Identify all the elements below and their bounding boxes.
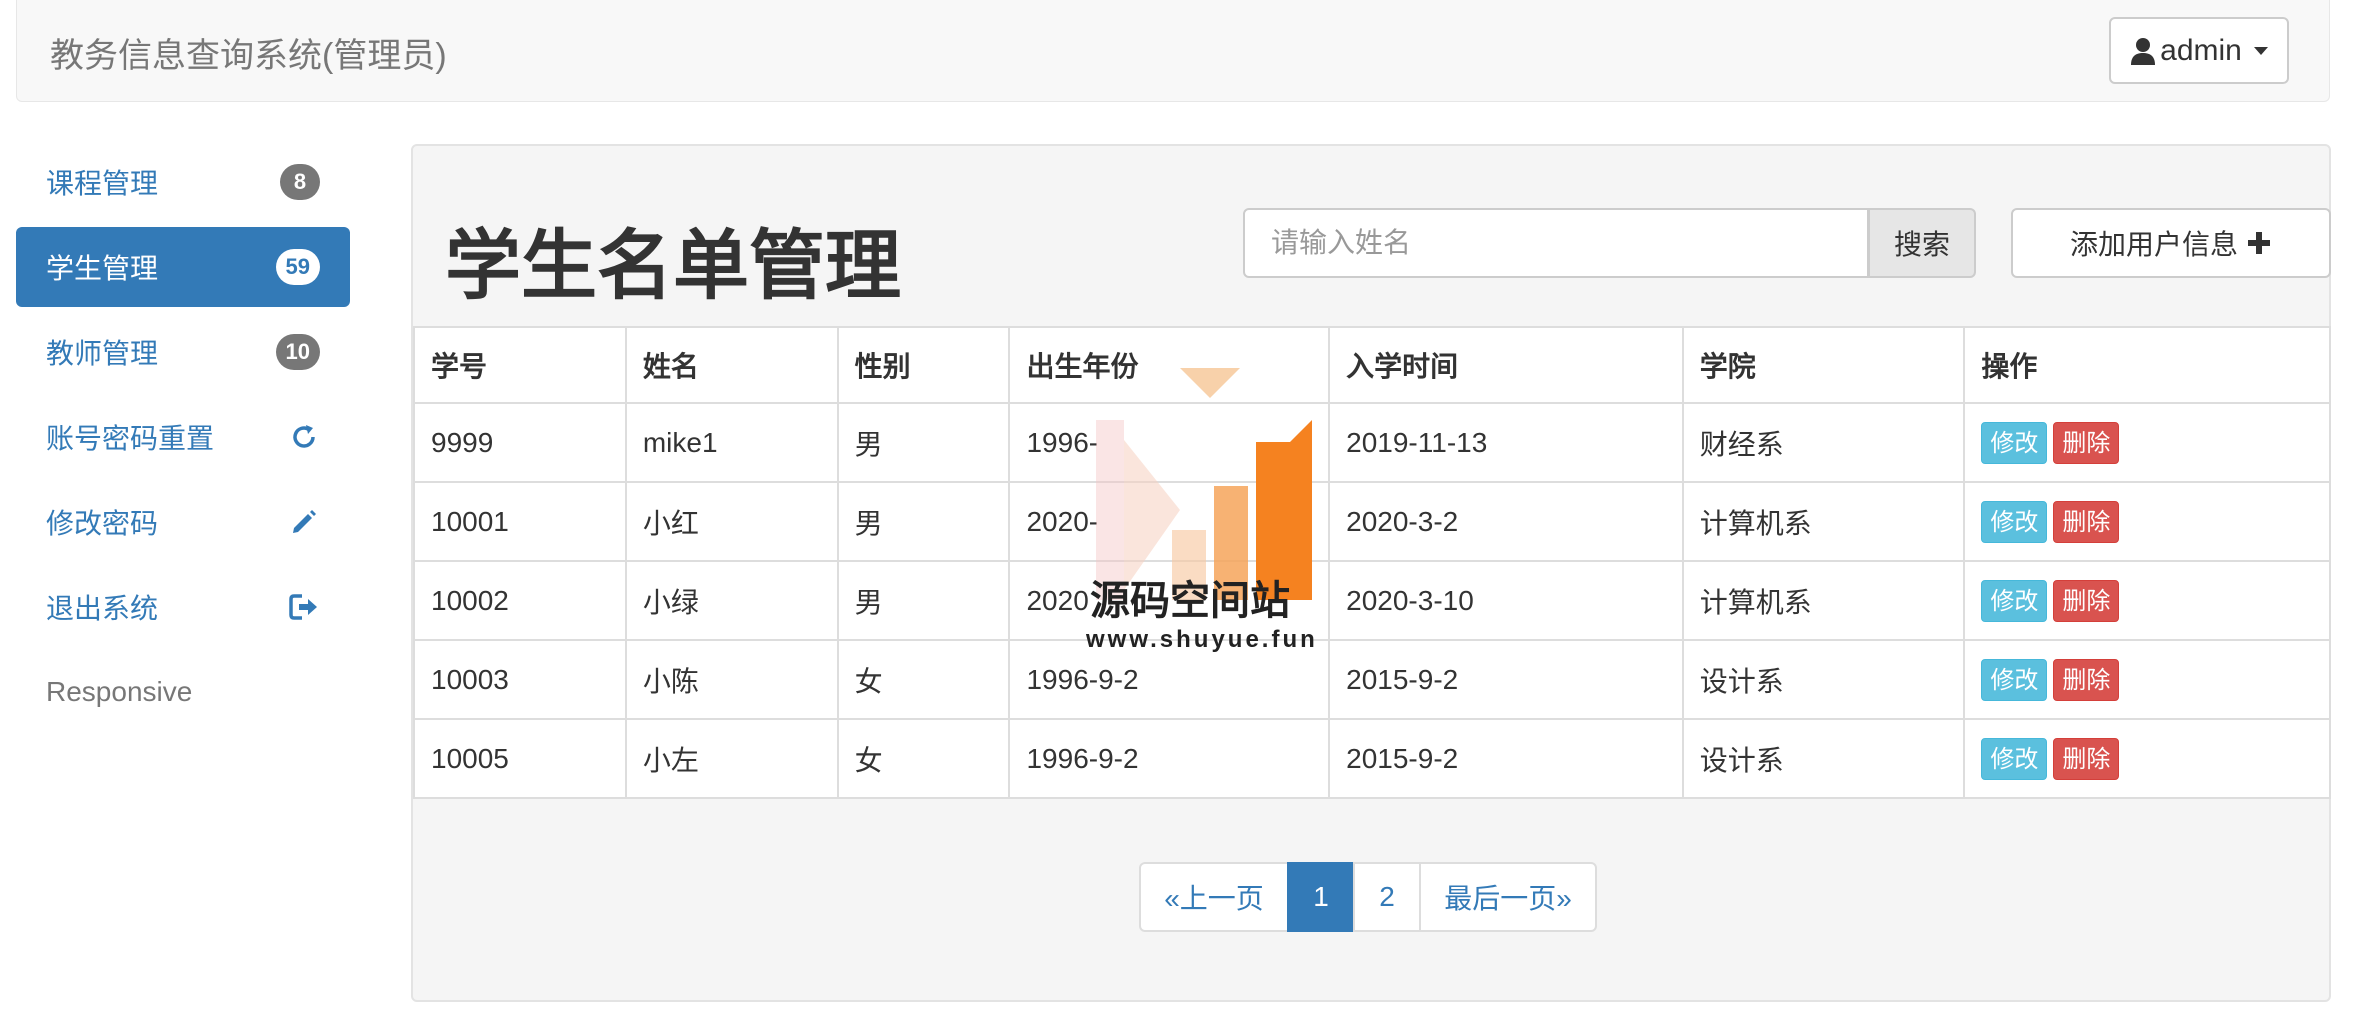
- cell-college: 设计系: [1681, 718, 1966, 799]
- cell-enroll: 2020-3-2: [1328, 481, 1684, 562]
- edit-button[interactable]: 修改: [1981, 579, 2048, 622]
- table-row: 10002 小绿 男 2020 2020-3-10 计算机系 修改 删除: [413, 560, 2331, 641]
- cell-college: 计算机系: [1681, 560, 1966, 641]
- cell-enroll: 2015-9-2: [1328, 639, 1684, 720]
- cell-name: 小左: [624, 718, 839, 799]
- cell-college: 财经系: [1681, 402, 1966, 483]
- cell-gender: 女: [836, 639, 1011, 720]
- main-panel: 学生名单管理 搜索 添加用户信息 学号 姓名 性别 出生年份 入学时间 学院 操…: [411, 144, 2331, 1002]
- add-user-button[interactable]: 添加用户信息: [2011, 208, 2331, 278]
- page-title: 学生名单管理: [445, 224, 901, 309]
- cell-actions: 修改 删除: [1963, 560, 2331, 641]
- delete-button[interactable]: 删除: [2053, 421, 2120, 464]
- watermark-url: www.shuyue.fun: [1086, 626, 1318, 653]
- cell-birth: 2020-: [1008, 481, 1331, 562]
- last-page-link[interactable]: 最后一页»: [1419, 862, 1597, 932]
- column-header-gender[interactable]: 性别: [836, 326, 1011, 404]
- cell-id: 9999: [413, 402, 627, 483]
- edit-button[interactable]: 修改: [1981, 421, 2048, 464]
- table-row: 9999 mike1 男 1996- 2019-11-13 财经系 修改 删除: [413, 402, 2331, 483]
- sidebar-item-reset-password[interactable]: 账号密码重置: [16, 397, 350, 477]
- sidebar-item-teachers[interactable]: 教师管理 10: [16, 312, 350, 392]
- cell-gender: 男: [836, 481, 1011, 562]
- pencil-icon: [288, 506, 320, 538]
- sidebar-item-courses[interactable]: 课程管理 8: [16, 142, 350, 222]
- sidebar-item-label: 退出系统: [46, 593, 159, 624]
- sidebar-item-students[interactable]: 学生管理 59: [16, 227, 350, 307]
- edit-button[interactable]: 修改: [1981, 737, 2048, 780]
- sidebar-item-label: 学生管理: [46, 253, 159, 284]
- column-header-name[interactable]: 姓名: [624, 326, 839, 404]
- cell-name: mike1: [624, 402, 839, 483]
- student-table: 学号 姓名 性别 出生年份 入学时间 学院 操作 9999 mike1 男 19…: [413, 326, 2331, 799]
- column-header-id[interactable]: 学号: [413, 326, 627, 404]
- table-header-row: 学号 姓名 性别 出生年份 入学时间 学院 操作: [413, 326, 2331, 404]
- edit-button[interactable]: 修改: [1981, 500, 2048, 543]
- plus-icon: [2248, 232, 2270, 254]
- delete-button[interactable]: 删除: [2053, 737, 2120, 780]
- table-row: 10005 小左 女 1996-9-2 2015-9-2 设计系 修改 删除: [413, 718, 2331, 799]
- count-badge: 10: [275, 334, 320, 370]
- cell-id: 10005: [413, 718, 627, 799]
- cell-name: 小陈: [624, 639, 839, 720]
- sidebar-item-change-password[interactable]: 修改密码: [16, 482, 350, 562]
- cell-enroll: 2015-9-2: [1328, 718, 1684, 799]
- cell-birth: 1996-: [1008, 402, 1331, 483]
- refresh-icon: [288, 421, 320, 453]
- delete-button[interactable]: 删除: [2053, 579, 2120, 622]
- cell-name: 小绿: [624, 560, 839, 641]
- cell-actions: 修改 删除: [1963, 481, 2331, 562]
- sidebar-item-label: 教师管理: [46, 338, 159, 369]
- cell-id: 10003: [413, 639, 627, 720]
- chevron-down-icon: [2253, 46, 2268, 55]
- cell-enroll: 2019-11-13: [1328, 402, 1684, 483]
- search-button[interactable]: 搜索: [1868, 208, 1976, 278]
- user-menu-button[interactable]: admin: [2109, 17, 2289, 84]
- cell-id: 10002: [413, 560, 627, 641]
- user-icon: [2131, 37, 2156, 65]
- count-badge: 8: [280, 164, 320, 200]
- page-link-1[interactable]: 1: [1287, 862, 1355, 932]
- cell-actions: 修改 删除: [1963, 718, 2331, 799]
- column-header-actions: 操作: [1963, 326, 2331, 404]
- edit-button[interactable]: 修改: [1981, 658, 2048, 701]
- cell-gender: 女: [836, 718, 1011, 799]
- cell-gender: 男: [836, 402, 1011, 483]
- logout-icon: [288, 591, 320, 623]
- sidebar: 课程管理 8 学生管理 59 教师管理 10 账号密码重置 修改密码 退出系统: [16, 142, 350, 737]
- app-title[interactable]: 教务信息查询系统(管理员): [50, 28, 447, 77]
- cell-id: 10001: [413, 481, 627, 562]
- cell-college: 计算机系: [1681, 481, 1966, 562]
- top-navbar: 教务信息查询系统(管理员) admin: [16, 0, 2330, 102]
- cell-college: 设计系: [1681, 639, 1966, 720]
- page-link-2[interactable]: 2: [1353, 862, 1421, 932]
- cell-actions: 修改 删除: [1963, 402, 2331, 483]
- table-row: 10003 小陈 女 1996-9-2 2015-9-2 设计系 修改 删除: [413, 639, 2331, 720]
- delete-button[interactable]: 删除: [2053, 658, 2120, 701]
- column-header-enroll[interactable]: 入学时间: [1328, 326, 1684, 404]
- cell-birth: 1996-9-2: [1008, 718, 1331, 799]
- sidebar-item-label: Responsive: [46, 676, 193, 707]
- column-header-college[interactable]: 学院: [1681, 326, 1966, 404]
- cell-gender: 男: [836, 560, 1011, 641]
- delete-button[interactable]: 删除: [2053, 500, 2120, 543]
- sidebar-item-label: 修改密码: [46, 508, 159, 539]
- search-input[interactable]: [1243, 208, 1869, 278]
- watermark-text: 源码空间站: [1090, 579, 1290, 623]
- add-user-label: 添加用户信息: [2069, 229, 2238, 260]
- cell-enroll: 2020-3-10: [1328, 560, 1684, 641]
- sidebar-item-label: 课程管理: [46, 168, 159, 199]
- sidebar-item-logout[interactable]: 退出系统: [16, 567, 350, 647]
- pagination: «上一页 1 2 最后一页»: [1139, 862, 1597, 932]
- prev-page-link[interactable]: «上一页: [1139, 862, 1289, 932]
- user-name: admin: [2160, 33, 2242, 67]
- cell-name: 小红: [624, 481, 839, 562]
- cell-actions: 修改 删除: [1963, 639, 2331, 720]
- table-row: 10001 小红 男 2020- 2020-3-2 计算机系 修改 删除: [413, 481, 2331, 562]
- sidebar-item-responsive[interactable]: Responsive: [16, 652, 350, 732]
- sidebar-item-label: 账号密码重置: [46, 423, 215, 454]
- column-header-birth[interactable]: 出生年份: [1008, 326, 1331, 404]
- count-badge: 59: [275, 249, 320, 285]
